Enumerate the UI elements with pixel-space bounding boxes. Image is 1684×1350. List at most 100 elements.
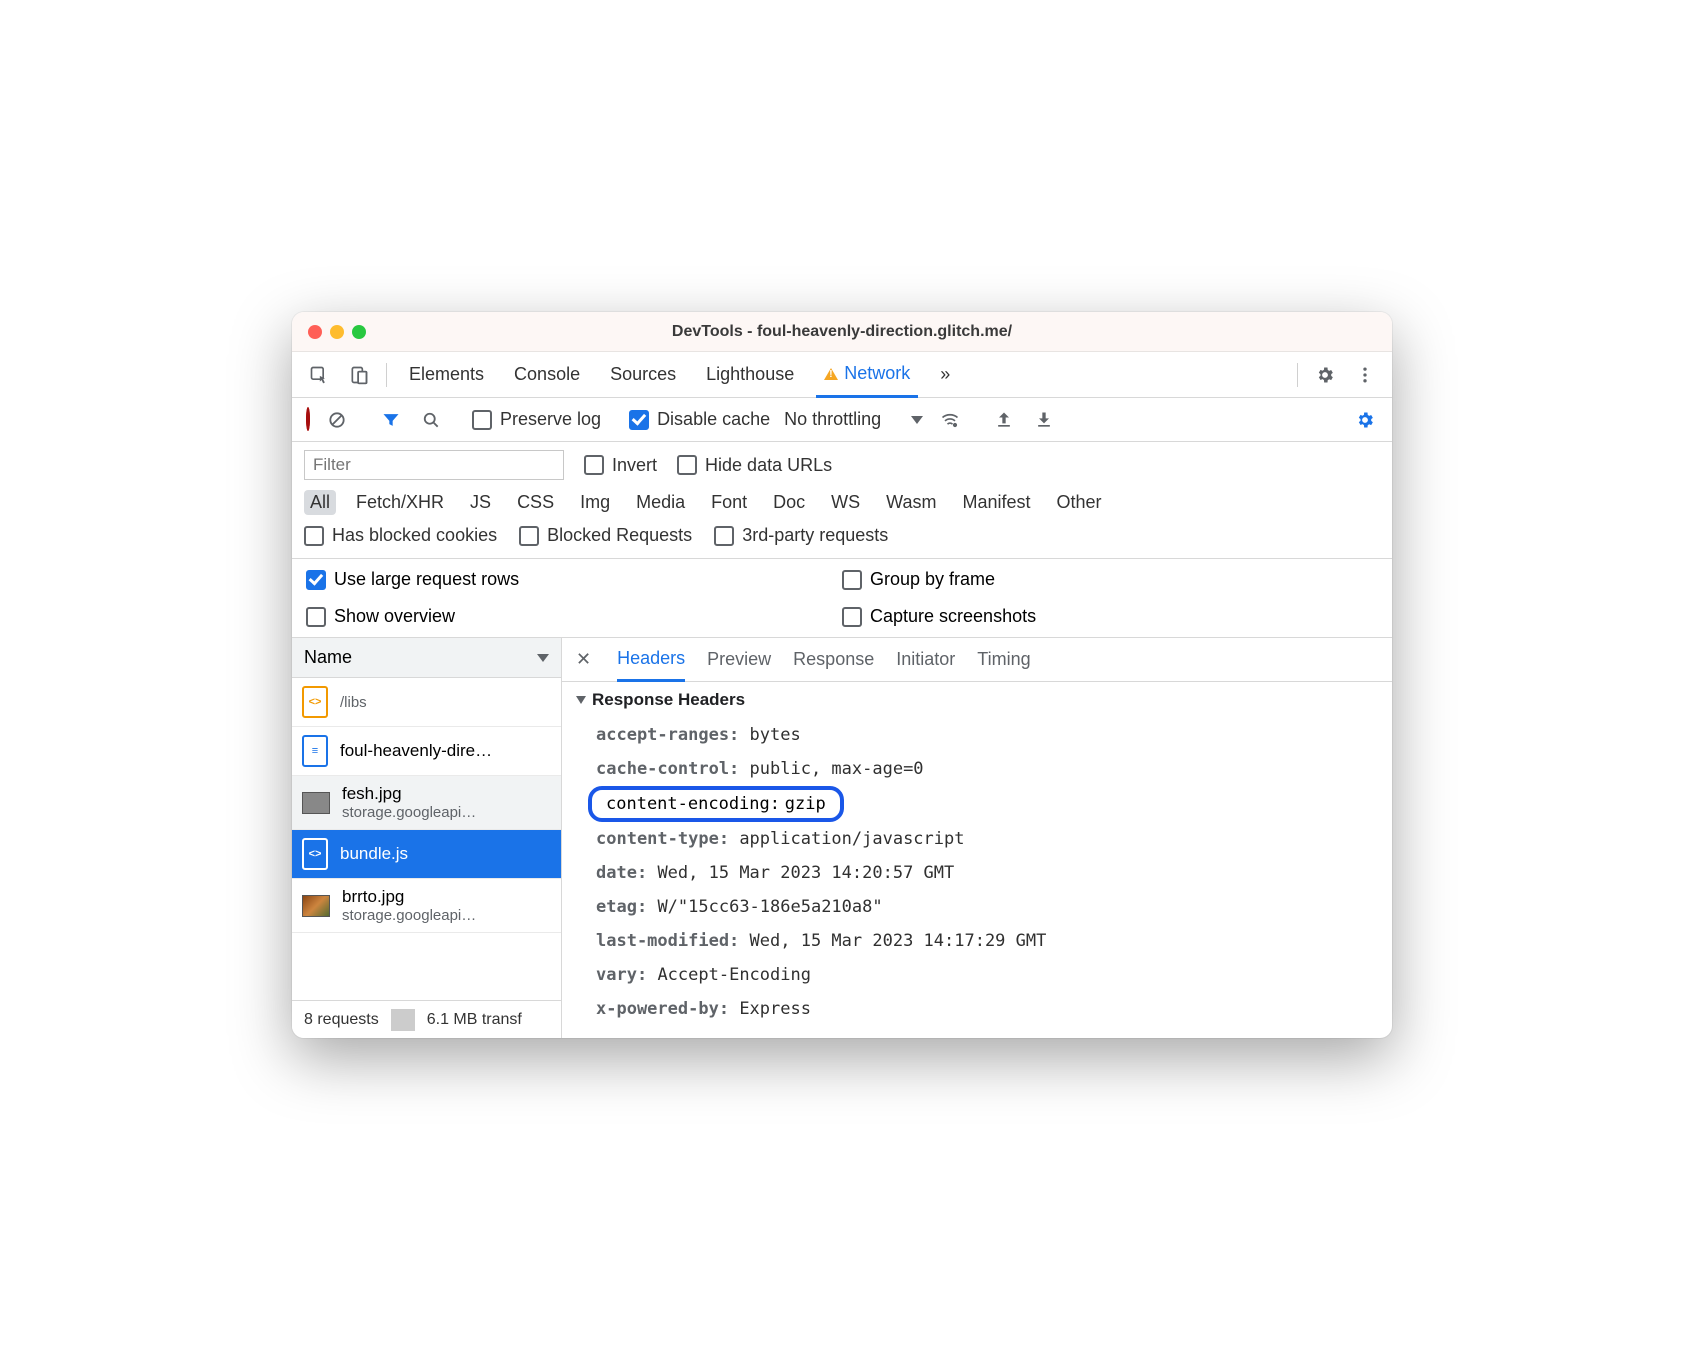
transfer-size: 6.1 MB transf bbox=[415, 1011, 534, 1029]
request-count: 8 requests bbox=[292, 1011, 391, 1029]
triangle-down-icon bbox=[576, 696, 586, 704]
preserve-log-checkbox[interactable]: Preserve log bbox=[472, 409, 601, 430]
request-row[interactable]: brrto.jpgstorage.googleapi… bbox=[292, 879, 561, 933]
header-row: accept-ranges: bytes bbox=[576, 718, 1378, 752]
type-manifest[interactable]: Manifest bbox=[957, 490, 1037, 515]
header-row: x-powered-by: Express bbox=[576, 992, 1378, 1026]
filter-icon[interactable] bbox=[378, 407, 404, 433]
request-domain: /libs bbox=[340, 694, 367, 711]
type-wasm[interactable]: Wasm bbox=[880, 490, 942, 515]
name-column-header[interactable]: Name bbox=[292, 638, 561, 678]
large-rows-checkbox[interactable]: Use large request rows bbox=[306, 569, 842, 590]
maximize-window-button[interactable] bbox=[352, 325, 366, 339]
tabs-overflow[interactable]: » bbox=[932, 352, 958, 397]
disable-cache-checkbox[interactable]: Disable cache bbox=[629, 409, 770, 430]
content-panels: Name <> /libs ≡ foul-heavenly-dire… fesh… bbox=[292, 638, 1392, 1038]
network-toolbar: Preserve log Disable cache No throttling bbox=[292, 398, 1392, 442]
tab-headers[interactable]: Headers bbox=[617, 639, 685, 682]
type-all[interactable]: All bbox=[304, 490, 336, 515]
hide-data-urls-checkbox[interactable]: Hide data URLs bbox=[677, 455, 832, 476]
warning-icon bbox=[824, 368, 838, 380]
inspect-icon[interactable] bbox=[306, 362, 332, 388]
traffic-lights bbox=[308, 325, 366, 339]
search-icon[interactable] bbox=[418, 407, 444, 433]
capture-screenshots-checkbox[interactable]: Capture screenshots bbox=[842, 606, 1378, 627]
throttling-dropdown[interactable]: No throttling bbox=[784, 409, 923, 430]
tab-console[interactable]: Console bbox=[506, 352, 588, 397]
settings-icon[interactable] bbox=[1312, 362, 1338, 388]
request-row-selected[interactable]: <> bundle.js bbox=[292, 830, 561, 879]
request-row[interactable]: ≡ foul-heavenly-dire… bbox=[292, 727, 561, 776]
response-headers-toggle[interactable]: Response Headers bbox=[576, 690, 1378, 710]
header-row-highlighted: content-encoding: gzip bbox=[576, 786, 1378, 822]
tab-lighthouse[interactable]: Lighthouse bbox=[698, 352, 802, 397]
upload-har-icon[interactable] bbox=[991, 407, 1017, 433]
document-file-icon: ≡ bbox=[302, 735, 328, 767]
image-thumbnail-icon bbox=[302, 895, 330, 917]
request-row[interactable]: fesh.jpgstorage.googleapi… bbox=[292, 776, 561, 830]
network-conditions-icon[interactable] bbox=[937, 407, 963, 433]
tab-network[interactable]: Network bbox=[816, 353, 918, 398]
separator bbox=[1297, 363, 1298, 387]
show-overview-checkbox[interactable]: Show overview bbox=[306, 606, 842, 627]
header-row: vary: Accept-Encoding bbox=[576, 958, 1378, 992]
type-fetch-xhr[interactable]: Fetch/XHR bbox=[350, 490, 450, 515]
request-name: brrto.jpg bbox=[342, 887, 476, 907]
has-blocked-cookies-checkbox[interactable]: Has blocked cookies bbox=[304, 525, 497, 546]
request-domain: storage.googleapi… bbox=[342, 804, 476, 821]
group-by-frame-checkbox[interactable]: Group by frame bbox=[842, 569, 1378, 590]
tab-timing[interactable]: Timing bbox=[977, 638, 1030, 681]
panel-settings-icon[interactable] bbox=[1352, 407, 1378, 433]
download-har-icon[interactable] bbox=[1031, 407, 1057, 433]
tab-preview[interactable]: Preview bbox=[707, 638, 771, 681]
request-detail-panel: ✕ Headers Preview Response Initiator Tim… bbox=[562, 638, 1392, 1038]
type-media[interactable]: Media bbox=[630, 490, 691, 515]
close-window-button[interactable] bbox=[308, 325, 322, 339]
type-font[interactable]: Font bbox=[705, 490, 753, 515]
display-options: Use large request rows Group by frame Sh… bbox=[292, 559, 1392, 638]
script-file-icon: <> bbox=[302, 838, 328, 870]
type-doc[interactable]: Doc bbox=[767, 490, 811, 515]
type-css[interactable]: CSS bbox=[511, 490, 560, 515]
close-detail-button[interactable]: ✕ bbox=[576, 649, 595, 670]
type-other[interactable]: Other bbox=[1051, 490, 1108, 515]
record-button[interactable] bbox=[306, 409, 310, 430]
headers-content: Response Headers accept-ranges: bytes ca… bbox=[562, 682, 1392, 1038]
minimize-window-button[interactable] bbox=[330, 325, 344, 339]
resource-type-filters: All Fetch/XHR JS CSS Img Media Font Doc … bbox=[304, 490, 1380, 515]
invert-checkbox[interactable]: Invert bbox=[584, 455, 657, 476]
chevron-down-icon bbox=[911, 416, 923, 424]
requests-footer: 8 requests 6.1 MB transf bbox=[292, 1000, 561, 1038]
header-row: last-modified: Wed, 15 Mar 2023 14:17:29… bbox=[576, 924, 1378, 958]
type-img[interactable]: Img bbox=[574, 490, 616, 515]
device-toggle-icon[interactable] bbox=[346, 362, 372, 388]
header-row: cache-control: public, max-age=0 bbox=[576, 752, 1378, 786]
request-row[interactable]: <> /libs bbox=[292, 678, 561, 727]
requests-list: <> /libs ≡ foul-heavenly-dire… fesh.jpgs… bbox=[292, 678, 561, 1000]
type-ws[interactable]: WS bbox=[825, 490, 866, 515]
main-tabs: Elements Console Sources Lighthouse Netw… bbox=[292, 352, 1392, 398]
window-title: DevTools - foul-heavenly-direction.glitc… bbox=[292, 323, 1392, 341]
request-name: bundle.js bbox=[340, 844, 408, 864]
sort-icon bbox=[537, 654, 549, 662]
kebab-menu-icon[interactable] bbox=[1352, 362, 1378, 388]
devtools-window: DevTools - foul-heavenly-direction.glitc… bbox=[292, 312, 1392, 1038]
detail-tabs: ✕ Headers Preview Response Initiator Tim… bbox=[562, 638, 1392, 682]
type-js[interactable]: JS bbox=[464, 490, 497, 515]
tab-initiator[interactable]: Initiator bbox=[896, 638, 955, 681]
request-domain: storage.googleapi… bbox=[342, 907, 476, 924]
filter-input[interactable] bbox=[304, 450, 564, 480]
requests-list-panel: Name <> /libs ≡ foul-heavenly-dire… fesh… bbox=[292, 638, 562, 1038]
header-row: date: Wed, 15 Mar 2023 14:20:57 GMT bbox=[576, 856, 1378, 890]
tab-elements[interactable]: Elements bbox=[401, 352, 492, 397]
clear-icon[interactable] bbox=[324, 407, 350, 433]
separator bbox=[386, 363, 387, 387]
titlebar: DevTools - foul-heavenly-direction.glitc… bbox=[292, 312, 1392, 352]
tab-response[interactable]: Response bbox=[793, 638, 874, 681]
blocked-requests-checkbox[interactable]: Blocked Requests bbox=[519, 525, 692, 546]
tab-sources[interactable]: Sources bbox=[602, 352, 684, 397]
request-name: foul-heavenly-dire… bbox=[340, 741, 492, 761]
image-thumbnail-icon bbox=[302, 792, 330, 814]
third-party-checkbox[interactable]: 3rd-party requests bbox=[714, 525, 888, 546]
request-name: fesh.jpg bbox=[342, 784, 476, 804]
